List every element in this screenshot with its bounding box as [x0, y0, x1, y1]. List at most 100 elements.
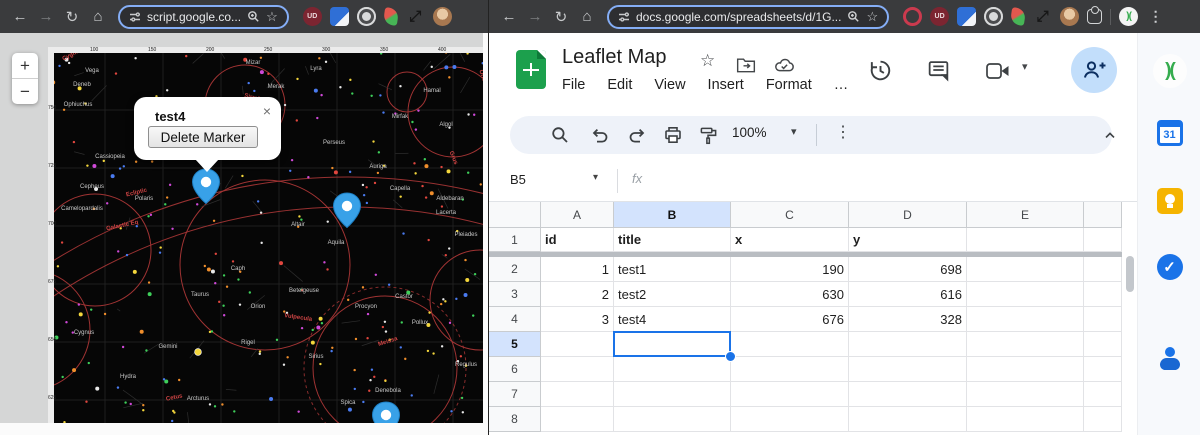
- ud-extension-icon[interactable]: UD: [930, 7, 950, 26]
- cell-E7[interactable]: [967, 382, 1084, 407]
- collapse-toolbar-icon[interactable]: [1098, 123, 1122, 147]
- address-bar-left[interactable]: script.google.co... ☆: [118, 4, 289, 29]
- zoom-level-select[interactable]: 100%: [732, 125, 767, 140]
- meet-camera-icon[interactable]: [985, 60, 1011, 82]
- row-header-2[interactable]: 2: [489, 257, 541, 282]
- version-history-icon[interactable]: [867, 57, 894, 84]
- cell-F5[interactable]: [1084, 332, 1122, 357]
- cell-B7[interactable]: [614, 382, 731, 407]
- toolbar-more-icon[interactable]: ⋮: [835, 122, 851, 142]
- shield-extension-icon[interactable]: [957, 7, 977, 26]
- circle-extension-icon[interactable]: [984, 7, 1004, 26]
- profile-panel-icon[interactable]: )(: [1152, 54, 1187, 88]
- cell-D1[interactable]: y: [849, 228, 967, 252]
- cell-F7[interactable]: [1084, 382, 1122, 407]
- keep-panel-icon[interactable]: [1156, 188, 1183, 214]
- doc-title[interactable]: Leaflet Map: [562, 46, 667, 69]
- contacts-panel-icon[interactable]: [1158, 347, 1182, 371]
- menu-view[interactable]: View: [654, 77, 685, 93]
- vertical-scrollbar-thumb[interactable]: [1126, 256, 1134, 292]
- row-header-3[interactable]: 3: [489, 282, 541, 307]
- cell-A5[interactable]: [541, 332, 614, 357]
- cell-C8[interactable]: [731, 407, 849, 432]
- arrow-extension-icon[interactable]: ⤢: [1033, 7, 1052, 26]
- redo-icon[interactable]: [625, 123, 649, 147]
- map-zoom-out-button[interactable]: −: [12, 78, 38, 104]
- grid-corner[interactable]: [489, 202, 541, 228]
- popup-close-icon[interactable]: ×: [263, 103, 271, 119]
- cell-E5[interactable]: [967, 332, 1084, 357]
- rocket-extension-icon[interactable]: [382, 7, 399, 26]
- calendar-panel-icon[interactable]: 31: [1156, 120, 1183, 146]
- cell-E1[interactable]: [967, 228, 1084, 252]
- cell-C6[interactable]: [731, 357, 849, 382]
- site-settings-icon[interactable]: [129, 11, 141, 23]
- column-header-E[interactable]: E: [967, 202, 1084, 228]
- shield-extension-icon[interactable]: [329, 7, 349, 26]
- marker-2[interactable]: [332, 192, 362, 233]
- marker-1[interactable]: [191, 168, 221, 209]
- arrow-extension-icon[interactable]: ⤢: [406, 7, 425, 26]
- tasks-panel-icon[interactable]: ✓: [1156, 254, 1183, 280]
- cell-E3[interactable]: [967, 282, 1084, 307]
- profile-extension-icon[interactable]: )(: [1119, 7, 1139, 26]
- column-header-B[interactable]: B: [614, 202, 731, 228]
- cell-F6[interactable]: [1084, 357, 1122, 382]
- cell-D8[interactable]: [849, 407, 967, 432]
- rocket-extension-icon[interactable]: [1009, 7, 1027, 26]
- menu-more[interactable]: …: [834, 77, 849, 93]
- comments-icon[interactable]: [926, 58, 951, 83]
- cell-E8[interactable]: [967, 407, 1084, 432]
- zoom-page-icon[interactable]: [247, 10, 260, 23]
- paint-format-icon[interactable]: [696, 123, 720, 147]
- cell-F1[interactable]: [1084, 228, 1122, 252]
- menu-file[interactable]: File: [562, 77, 585, 93]
- avatar-extension-icon[interactable]: [432, 7, 452, 26]
- cell-E2[interactable]: [967, 257, 1084, 282]
- cell-B3[interactable]: test2: [614, 282, 731, 307]
- cell-A1[interactable]: id: [541, 228, 614, 252]
- map-zoom-in-button[interactable]: +: [12, 53, 38, 78]
- row-header-1[interactable]: 1: [489, 228, 541, 252]
- home-button[interactable]: ⌂: [575, 5, 599, 29]
- leaflet-star-map[interactable]: VegaDenebOphiuchusMizarLyraMerakAliothPe…: [48, 47, 483, 423]
- cell-B1[interactable]: title: [614, 228, 731, 252]
- cell-A4[interactable]: 3: [541, 307, 614, 332]
- column-header-D[interactable]: D: [849, 202, 967, 228]
- cell-A3[interactable]: 2: [541, 282, 614, 307]
- reload-button[interactable]: ↻: [60, 5, 84, 29]
- cell-F3[interactable]: [1084, 282, 1122, 307]
- menu-format[interactable]: Format: [766, 77, 812, 93]
- row-header-5[interactable]: 5: [489, 332, 541, 357]
- cell-B4[interactable]: test4: [614, 307, 731, 332]
- share-button[interactable]: [1071, 47, 1117, 93]
- cell-C2[interactable]: 190: [731, 257, 849, 282]
- cell-C7[interactable]: [731, 382, 849, 407]
- cell-D6[interactable]: [849, 357, 967, 382]
- column-header-C[interactable]: C: [731, 202, 849, 228]
- cell-D2[interactable]: 698: [849, 257, 967, 282]
- forward-button[interactable]: →: [523, 5, 547, 29]
- address-bar-right[interactable]: docs.google.com/spreadsheets/d/1G... ☆: [607, 4, 890, 29]
- row-header-4[interactable]: 4: [489, 307, 541, 332]
- cell-F2[interactable]: [1084, 257, 1122, 282]
- row-header-6[interactable]: 6: [489, 357, 541, 382]
- name-box-caret-icon[interactable]: ▾: [593, 172, 598, 183]
- cell-E6[interactable]: [967, 357, 1084, 382]
- cell-A2[interactable]: 1: [541, 257, 614, 282]
- cell-A7[interactable]: [541, 382, 614, 407]
- marker-3[interactable]: [371, 401, 401, 423]
- cell-B2[interactable]: test1: [614, 257, 731, 282]
- back-button[interactable]: ←: [8, 5, 32, 29]
- row-header-7[interactable]: 7: [489, 382, 541, 407]
- cell-D3[interactable]: 616: [849, 282, 967, 307]
- search-menus-icon[interactable]: [548, 123, 572, 147]
- camera-dropdown-caret[interactable]: ▾: [1022, 60, 1028, 73]
- cell-D4[interactable]: 328: [849, 307, 967, 332]
- delete-marker-button[interactable]: Delete Marker: [148, 126, 258, 148]
- column-header-A[interactable]: A: [541, 202, 614, 228]
- column-header-partial[interactable]: [1084, 202, 1122, 228]
- cell-D5[interactable]: [849, 332, 967, 357]
- reload-button[interactable]: ↻: [549, 5, 573, 29]
- forward-button[interactable]: →: [34, 5, 58, 29]
